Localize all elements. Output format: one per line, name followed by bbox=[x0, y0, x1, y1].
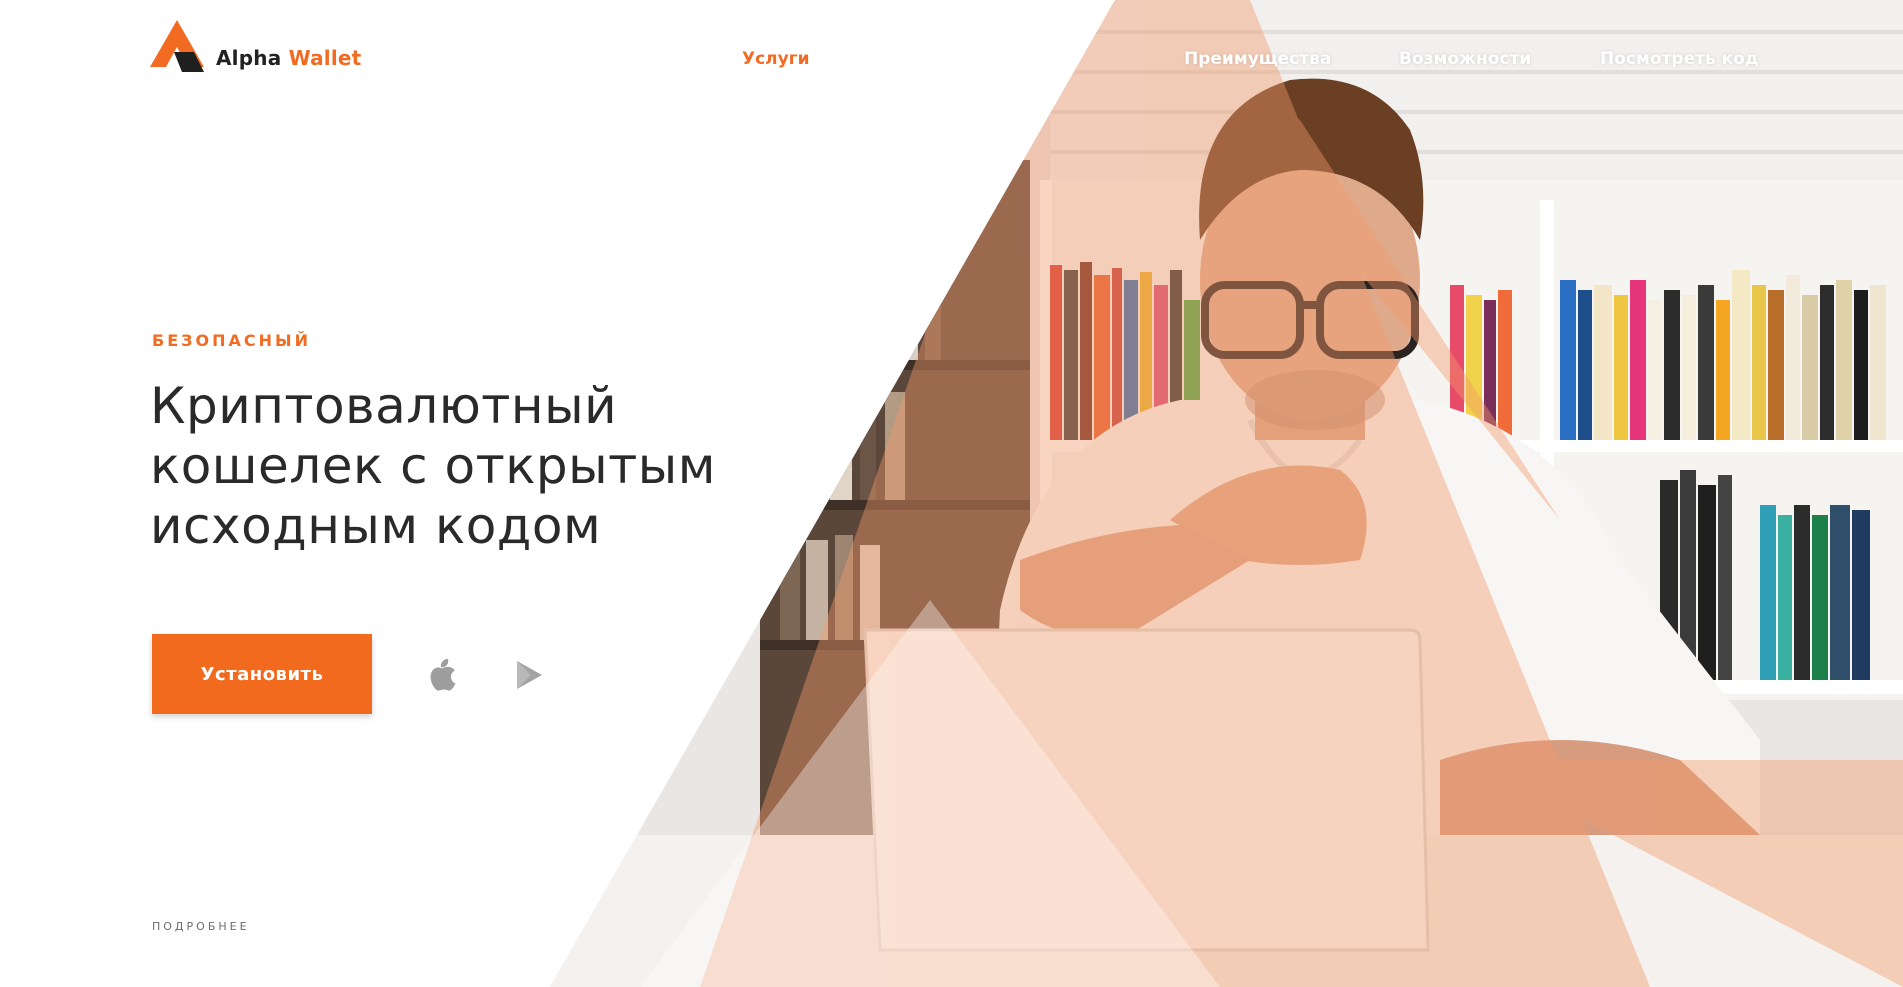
hero-eyebrow: БЕЗОПАСНЫЙ bbox=[152, 331, 311, 350]
brand-name-accent: Wallet bbox=[288, 46, 362, 70]
google-play-icon[interactable] bbox=[515, 660, 543, 690]
hero-headline-line: Криптовалютный bbox=[150, 377, 618, 435]
nav-item-advantages[interactable]: Преимущества bbox=[1184, 49, 1331, 69]
nav-item-features[interactable]: Возможности bbox=[1399, 49, 1531, 69]
more-link[interactable]: ПОДРОБНЕЕ bbox=[152, 920, 250, 933]
nav-item-view-code[interactable]: Посмотреть код bbox=[1600, 49, 1759, 69]
hero-headline: Криптовалютный кошелек с открытым исходн… bbox=[150, 376, 750, 556]
nav-item-services[interactable]: Услуги bbox=[742, 49, 810, 69]
hero-headline-line: кошелек с открытым bbox=[150, 437, 716, 495]
install-button[interactable]: Установить bbox=[152, 634, 372, 714]
hero-headline-line: исходным кодом bbox=[150, 497, 602, 555]
brand-logo[interactable]: Alpha Wallet bbox=[150, 20, 361, 72]
apple-icon[interactable] bbox=[428, 657, 458, 691]
brand-name-primary: Alpha bbox=[216, 46, 282, 70]
alpha-triangle-logo-icon bbox=[150, 20, 204, 72]
brand-name: Alpha Wallet bbox=[216, 46, 361, 70]
